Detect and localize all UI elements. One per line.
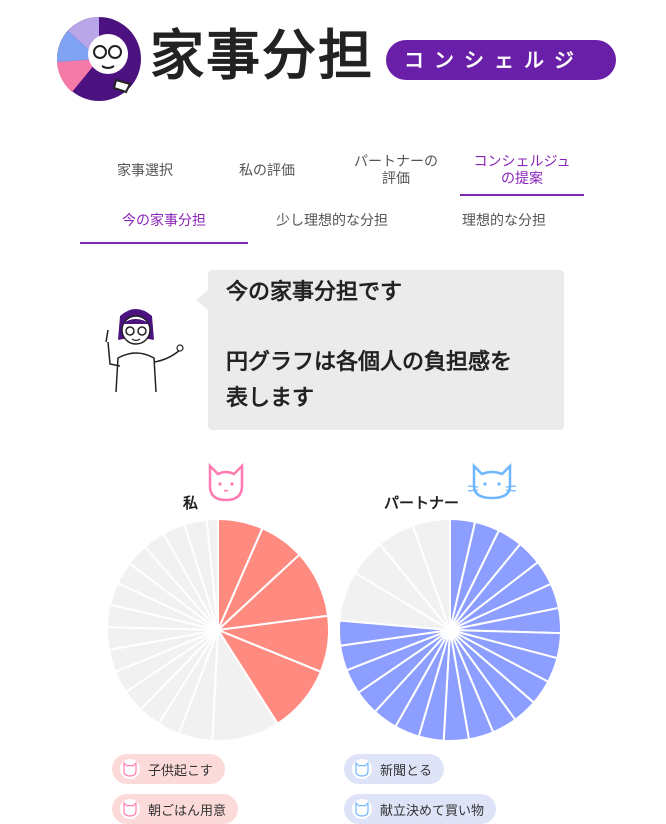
step-active-underline — [460, 194, 584, 196]
legend-label: 朝ごはん用意 — [148, 803, 227, 819]
sub-tabs: 今の家事分担 少し理想的な分担 理想的な分担 — [80, 204, 580, 246]
cat-pink-mini-icon — [120, 759, 140, 779]
step-tabs: 家事選択 私の評価 パートナーの評価 コンシェルジュの提案 — [86, 146, 586, 200]
legend-chip-partner-2[interactable]: 献立決めて買い物 — [344, 794, 497, 824]
concierge-character-icon — [105, 309, 184, 393]
subtab-ideal[interactable]: 理想的な分担 — [434, 204, 574, 236]
cat-blue-icon — [467, 462, 517, 500]
pie-chart-partner — [338, 518, 562, 742]
legend-chip-partner-1[interactable]: 新聞とる — [344, 754, 445, 784]
cat-pink-icon — [208, 462, 244, 502]
cat-pink-mini-icon — [120, 799, 140, 819]
bubble-line-1: 今の家事分担です — [226, 280, 403, 305]
chart-label-me: 私 — [183, 494, 199, 512]
pie-chart-me — [106, 518, 330, 742]
bubble-line-2: 円グラフは各個人の負担感を — [226, 350, 513, 375]
step-tab-my-evaluation[interactable]: 私の評価 — [208, 146, 326, 196]
subtab-current-division[interactable]: 今の家事分担 — [80, 204, 248, 236]
logo-title: 家事分担 — [150, 24, 374, 87]
subtab-somewhat-ideal[interactable]: 少し理想的な分担 — [248, 204, 416, 236]
cat-blue-mini-icon — [352, 799, 372, 819]
legend-label: 献立決めて買い物 — [380, 803, 485, 819]
legend-label: 子供起こす — [148, 763, 213, 779]
step-tab-chore-selection[interactable]: 家事選択 — [86, 146, 204, 196]
legend-chip-me-1[interactable]: 子供起こす — [112, 754, 225, 784]
concierge-speech-bubble: 今の家事分担です 円グラフは各個人の負担感を 表します — [196, 270, 564, 430]
cat-blue-mini-icon — [352, 759, 372, 779]
logo-pie-character-icon — [56, 17, 141, 101]
step-tab-partner-evaluation[interactable]: パートナーの評価 — [348, 146, 444, 196]
logo-badge: コンシェルジュ — [386, 40, 616, 112]
chart-label-partner: パートナー — [384, 494, 460, 512]
step-tab-concierge-proposal[interactable]: コンシェルジュの提案 — [470, 146, 574, 196]
legend-label: 新聞とる — [380, 763, 433, 779]
app-logo: 家事分担 コンシェルジュ — [56, 14, 616, 112]
subtab-active-underline — [80, 242, 248, 244]
bubble-line-3: 表します — [226, 386, 315, 411]
legend-chip-me-2[interactable]: 朝ごはん用意 — [112, 794, 239, 824]
